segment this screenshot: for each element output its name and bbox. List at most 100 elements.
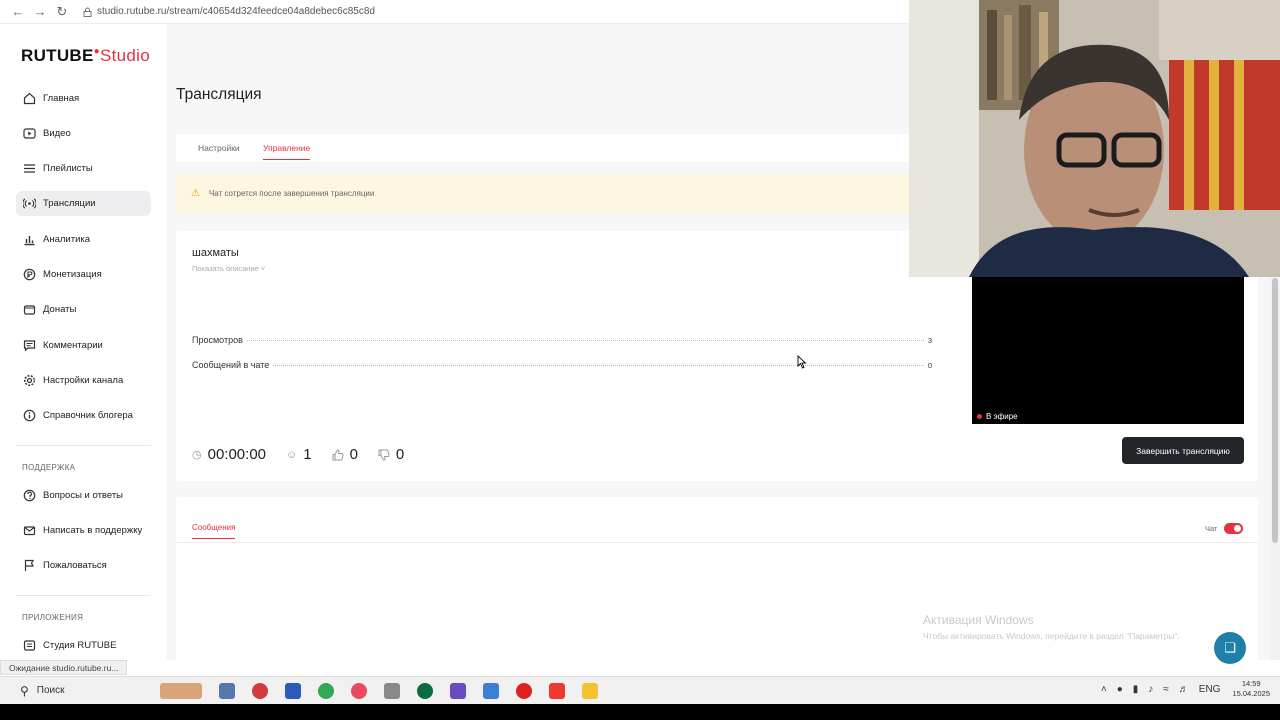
- sidebar-item-label: Комментарии: [43, 340, 103, 351]
- sidebar-item-donations[interactable]: Донаты: [16, 297, 151, 322]
- watermark-title: Активация Windows: [923, 613, 1034, 627]
- app-taskbar-icon[interactable]: [252, 682, 268, 699]
- microphone-icon[interactable]: ▮: [1133, 684, 1139, 695]
- stream-title: шахматы: [192, 247, 239, 259]
- app-taskbar-icon[interactable]: [417, 682, 433, 699]
- chevron-down-icon: ˅: [260, 264, 266, 273]
- sidebar-item-label: Монетизация: [43, 269, 102, 280]
- opera-gx-icon[interactable]: [351, 682, 367, 699]
- back-icon[interactable]: ←: [7, 1, 29, 23]
- video-icon: [23, 128, 36, 139]
- logo-brand: RUTUBE: [21, 46, 94, 65]
- rutube-studio-logo[interactable]: RUTUBE●Studio: [21, 46, 150, 66]
- browser-status-text: Ожидание studio.rutube.ru...: [0, 660, 128, 675]
- chat-toggle[interactable]: [1224, 523, 1243, 534]
- url-text: studio.rutube.ru/stream/c40654d324feedce…: [97, 6, 375, 17]
- coin-icon: [23, 268, 36, 281]
- chart-icon: [24, 236, 35, 246]
- app-taskbar-icon[interactable]: [483, 682, 499, 699]
- stat-chat-messages: Сообщений в чате 0: [192, 360, 932, 370]
- divider: [176, 542, 1258, 543]
- address-bar[interactable]: studio.rutube.ru/stream/c40654d324feedce…: [83, 6, 375, 17]
- chevron-up-icon[interactable]: ˄: [1101, 684, 1107, 695]
- sidebar-item-label: Аналитика: [43, 234, 91, 245]
- thumbs-down-icon: [378, 449, 390, 461]
- sidebar-item-video[interactable]: Видео: [16, 121, 151, 146]
- live-badge-label: В эфире: [986, 411, 1018, 421]
- playlist-icon: [24, 164, 35, 173]
- sidebar-divider: [16, 445, 151, 446]
- tab-management[interactable]: Управление: [263, 143, 311, 160]
- app-taskbar-icon[interactable]: [285, 682, 301, 699]
- sidebar-item-write-support[interactable]: Написать в поддержку: [16, 518, 151, 543]
- sidebar-item-label: Вопросы и ответы: [43, 490, 124, 501]
- chrome-icon[interactable]: [318, 682, 334, 699]
- stream-preview-player[interactable]: [972, 277, 1244, 424]
- sidebar-item-blogger-guide[interactable]: Справочник блогера: [16, 403, 151, 428]
- tab-messages[interactable]: Сообщения: [192, 523, 236, 539]
- clock-time: 14:59: [1241, 679, 1261, 688]
- sidebar-item-label: Настройки канала: [43, 375, 124, 386]
- dotted-leader: [246, 340, 924, 341]
- broadcast-icon: [23, 198, 36, 209]
- sidebar-item-label: Справочник блогера: [43, 410, 133, 421]
- camera-icon[interactable]: [384, 682, 400, 699]
- viewers-value: 1: [303, 446, 312, 463]
- screen-bottom-edge: [0, 704, 1280, 720]
- mail-icon: [23, 526, 36, 536]
- timer-value: 00:00:00: [207, 446, 266, 463]
- lock-icon: [83, 7, 92, 17]
- stat-value: 3: [927, 336, 932, 345]
- taskbar-search[interactable]: ⚲ Поиск: [20, 684, 160, 698]
- sidebar-item-label: Трансляции: [43, 198, 96, 209]
- app-icon: [23, 640, 36, 651]
- alert-text: Чат сотрется после завершения трансляции: [208, 188, 375, 198]
- windows-taskbar: ⚲ Поиск ˄ ● ▮ ♪ ≈ ♬ ENG 14:59 15.04.2025: [0, 676, 1280, 704]
- thumbs-up-icon: [332, 448, 344, 460]
- language-indicator[interactable]: ENG: [1199, 684, 1221, 695]
- sidebar-item-studio-app[interactable]: Студия RUTUBE: [16, 633, 151, 658]
- reload-icon[interactable]: ↻: [51, 1, 73, 23]
- help-chat-button[interactable]: ❏: [1214, 632, 1246, 664]
- sidebar-item-monetization[interactable]: Монетизация: [16, 262, 151, 287]
- speaker-icon[interactable]: ♪: [1148, 684, 1153, 695]
- sidebar-item-analytics[interactable]: Аналитика: [16, 227, 151, 252]
- task-view-icon[interactable]: [219, 682, 235, 699]
- volume-icon[interactable]: ♬: [1179, 684, 1189, 695]
- show-description-toggle[interactable]: Показать описание ˅: [192, 264, 265, 273]
- sidebar-item-faq[interactable]: Вопросы и ответы: [16, 483, 151, 508]
- sidebar-item-channel-settings[interactable]: Настройки канала: [16, 368, 151, 393]
- taskbar-clock[interactable]: 14:59 15.04.2025: [1232, 679, 1270, 699]
- scrollbar-thumb[interactable]: [1272, 278, 1278, 543]
- stat-label: Просмотров: [192, 335, 243, 345]
- flag-icon: [24, 559, 35, 571]
- tab-settings[interactable]: Настройки: [198, 143, 240, 153]
- search-icon: ⚲: [20, 683, 29, 698]
- comment-icon: [23, 340, 36, 352]
- end-stream-button[interactable]: Завершить трансляцию: [1122, 437, 1244, 464]
- sidebar-item-label: Студия RUTUBE: [43, 640, 117, 651]
- app-taskbar-icon[interactable]: [450, 682, 466, 699]
- sidebar-item-comments[interactable]: Комментарии: [16, 333, 151, 358]
- stat-label: Сообщений в чате: [192, 360, 270, 370]
- sidebar-divider: [16, 595, 151, 596]
- info-icon: [23, 409, 36, 422]
- wallet-icon: [23, 305, 36, 315]
- opera-icon[interactable]: [516, 682, 532, 699]
- likes-counter: 0: [332, 446, 358, 463]
- webcam-image: [909, 0, 1280, 277]
- sidebar-item-broadcasts[interactable]: Трансляции: [16, 191, 151, 216]
- question-icon: [23, 489, 36, 502]
- tray-app-icon[interactable]: ●: [1117, 684, 1123, 695]
- sidebar-item-home[interactable]: Главная: [16, 86, 151, 111]
- dislikes-counter: 0: [378, 446, 404, 463]
- file-explorer-icon[interactable]: [582, 682, 598, 699]
- sidebar-item-report[interactable]: Пожаловаться: [16, 553, 151, 578]
- sidebar-item-playlists[interactable]: Плейлисты: [16, 156, 151, 181]
- viewers-counter: ☺ 1: [286, 446, 312, 463]
- wifi-icon[interactable]: ≈: [1163, 684, 1169, 695]
- search-label: Поиск: [36, 685, 65, 696]
- forward-icon[interactable]: →: [29, 1, 51, 23]
- apps-heading: ПРИЛОЖЕНИЯ: [22, 613, 84, 622]
- yandex-icon[interactable]: [549, 682, 565, 699]
